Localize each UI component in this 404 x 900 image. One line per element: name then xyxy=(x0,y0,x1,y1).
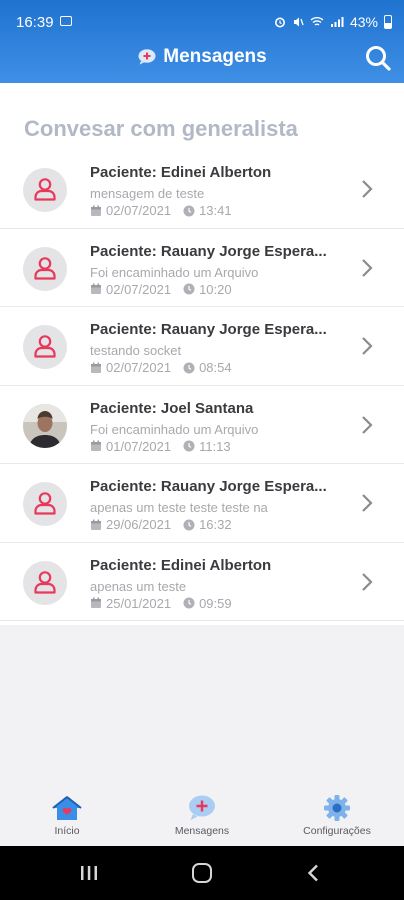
battery-icon xyxy=(384,15,392,29)
calendar-icon xyxy=(91,205,101,216)
message-date: 29/06/2021 xyxy=(106,517,172,532)
tab-inicio[interactable]: Início xyxy=(0,794,134,844)
calendar-icon xyxy=(91,283,101,294)
message-time: 13:41 xyxy=(199,203,232,218)
avatar xyxy=(23,482,67,526)
conversation-item[interactable]: Paciente: Edinei Alberton mensagem de tes… xyxy=(0,150,404,229)
message-meta: 02/07/2021 13:41 xyxy=(90,203,232,218)
message-date: 25/01/2021 xyxy=(106,595,172,611)
message-date: 02/07/2021 xyxy=(106,281,172,297)
message-date: 01/07/2021 xyxy=(106,438,172,454)
calendar-icon xyxy=(91,597,101,608)
avatar xyxy=(23,403,67,448)
tab-configuracoes[interactable]: Configurações xyxy=(270,794,404,844)
tab-label: Mensagens xyxy=(174,825,230,837)
tab-mensagens[interactable]: Mensagens xyxy=(135,794,269,844)
status-bar: 16:39 43% xyxy=(0,0,404,44)
signal-icon xyxy=(330,17,344,27)
patient-name: Paciente: Edinei Alberton xyxy=(90,556,272,574)
battery-percent: 43% xyxy=(349,14,378,30)
chevron-right-icon xyxy=(362,494,373,512)
wifi-icon xyxy=(310,17,324,26)
clock-icon xyxy=(183,519,195,530)
message-meta: 29/06/2021 16:32 xyxy=(90,517,232,532)
chat-plus-icon xyxy=(189,795,215,820)
chevron-right-icon xyxy=(362,180,373,198)
chevron-right-icon xyxy=(362,258,373,277)
message-time: 11:13 xyxy=(199,438,231,454)
avatar xyxy=(23,246,67,291)
last-message: Foi encaminhado um Arquivo xyxy=(90,264,259,280)
clock-icon xyxy=(183,440,195,452)
conversation-list: Paciente: Edinei Alberton mensagem de tes… xyxy=(0,150,404,621)
tab-label: Configurações xyxy=(303,825,371,837)
calendar-icon xyxy=(91,362,101,373)
home-button-icon[interactable] xyxy=(192,863,212,883)
system-nav-bar xyxy=(0,846,404,900)
search-icon[interactable] xyxy=(364,44,392,72)
conversation-item[interactable]: Paciente: Rauany Jorge Espera... testando… xyxy=(0,307,404,386)
section-title: Convesar com generalista xyxy=(24,116,298,141)
last-message: testando socket xyxy=(90,343,182,358)
chevron-right-icon xyxy=(362,337,373,355)
clock-icon xyxy=(183,362,195,373)
patient-name: Paciente: Rauany Jorge Espera... xyxy=(90,242,327,260)
home-icon xyxy=(52,796,82,820)
gallery-icon xyxy=(60,16,72,26)
tab-label: Início xyxy=(54,825,80,837)
patient-name: Paciente: Rauany Jorge Espera... xyxy=(90,478,327,495)
page-title: Mensagens xyxy=(163,46,267,67)
avatar xyxy=(23,560,67,605)
clock-icon xyxy=(183,283,195,295)
back-icon[interactable] xyxy=(307,864,319,882)
conversation-item[interactable]: Paciente: Joel Santana Foi encaminhado um… xyxy=(0,386,404,464)
message-time: 09:59 xyxy=(199,595,232,611)
status-indicators: 43% xyxy=(274,14,392,30)
patient-name: Paciente: Rauany Jorge Espera... xyxy=(90,321,327,338)
patient-name: Paciente: Joel Santana xyxy=(90,399,254,417)
last-message: apenas um teste teste teste na xyxy=(90,500,268,515)
clock-icon xyxy=(183,597,195,609)
message-meta: 01/07/2021 11:13 xyxy=(90,439,231,454)
recents-icon[interactable] xyxy=(80,865,98,881)
clock-icon xyxy=(183,205,195,216)
conversation-item[interactable]: Paciente: Rauany Jorge Espera... apenas u… xyxy=(0,464,404,543)
last-message: apenas um teste xyxy=(90,578,187,594)
message-meta: 25/01/2021 09:59 xyxy=(90,596,232,611)
avatar xyxy=(23,325,67,369)
chat-plus-icon xyxy=(138,49,156,65)
alarm-icon xyxy=(274,17,285,28)
avatar xyxy=(23,168,67,212)
last-message: mensagem de teste xyxy=(90,186,205,201)
chevron-right-icon xyxy=(362,572,373,591)
bottom-tab-bar: Início Mensagens Configurações xyxy=(0,790,404,846)
last-message: Foi encaminhado um Arquivo xyxy=(90,421,259,437)
calendar-icon xyxy=(91,440,101,451)
mute-icon xyxy=(293,17,304,27)
conversation-item[interactable]: Paciente: Rauany Jorge Espera... Foi enca… xyxy=(0,229,404,307)
message-time: 10:20 xyxy=(199,281,232,297)
conversation-item[interactable]: Paciente: Edinei Alberton apenas um teste… xyxy=(0,543,404,621)
message-meta: 02/07/2021 08:54 xyxy=(90,360,232,375)
patient-name: Paciente: Edinei Alberton xyxy=(90,164,272,181)
gear-icon xyxy=(324,795,350,821)
title-bar: Mensagens xyxy=(0,44,404,74)
message-time: 08:54 xyxy=(199,360,232,375)
status-time: 16:39 xyxy=(16,14,54,31)
chevron-right-icon xyxy=(362,415,373,434)
app-header: 16:39 43% Mensagens xyxy=(0,0,404,83)
message-meta: 02/07/2021 10:20 xyxy=(90,282,232,297)
calendar-icon xyxy=(91,519,101,530)
message-time: 16:32 xyxy=(199,517,232,532)
message-date: 02/07/2021 xyxy=(106,203,172,218)
message-date: 02/07/2021 xyxy=(106,360,172,375)
